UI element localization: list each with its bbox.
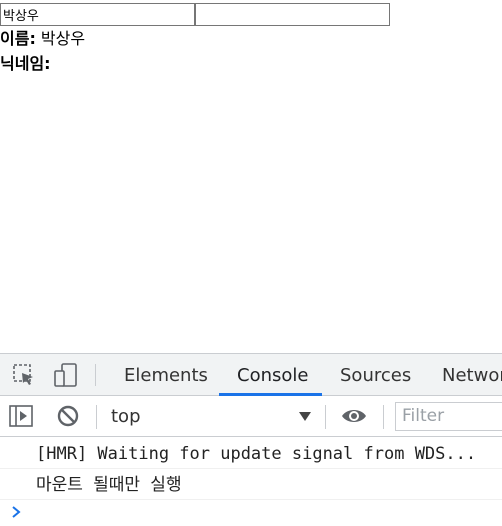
devtools-tab-bar: Elements Console Sources Network [0,354,502,396]
name-value: 박상우 [35,29,86,48]
toolbar-divider [95,364,96,386]
app-content: 이름: 박상우 닉네임: [0,0,502,353]
toolbar-divider [325,405,326,429]
nickname-input[interactable] [195,3,390,26]
inspect-element-icon[interactable] [11,362,37,388]
chevron-down-icon[interactable] [299,412,311,421]
console-messages: [HMR] Waiting for update signal from WDS… [0,438,502,500]
input-row [0,3,390,26]
name-input[interactable] [0,3,195,26]
tab-sources[interactable]: Sources [340,354,411,396]
name-label: 이름: [0,29,36,48]
console-message: [HMR] Waiting for update signal from WDS… [0,438,502,469]
console-toolbar: top Filter [0,396,502,437]
show-sidebar-icon[interactable] [8,403,34,429]
console-message: 마운트 될때만 실행 [0,469,502,500]
nickname-label: 닉네임: [0,54,51,73]
tab-network[interactable]: Network [442,354,502,396]
console-prompt-chevron-icon[interactable] [10,505,22,519]
devtools-panel: Elements Console Sources Network top Fil… [0,353,502,526]
name-display: 이름: 박상우 [0,28,85,50]
tab-console[interactable]: Console [237,354,308,396]
tab-elements[interactable]: Elements [124,354,208,396]
filter-input[interactable]: Filter [395,402,502,431]
context-selector[interactable]: top [111,396,141,437]
live-expression-eye-icon[interactable] [340,403,368,429]
clear-console-icon[interactable] [55,403,81,429]
nickname-display: 닉네임: [0,53,51,75]
device-toolbar-icon[interactable] [53,362,79,388]
toolbar-divider [96,405,97,429]
toolbar-divider [383,405,384,429]
